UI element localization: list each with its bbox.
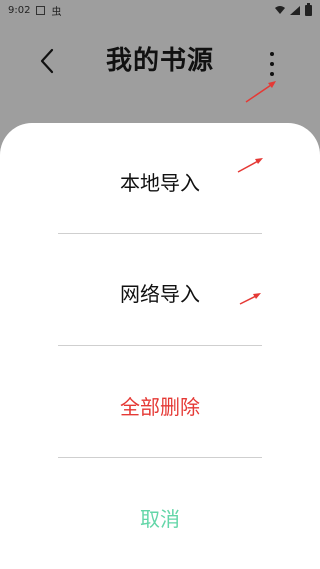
more-dot-icon — [270, 72, 274, 76]
divider — [58, 457, 262, 458]
local-import-option[interactable]: 本地导入 — [0, 167, 320, 196]
delete-all-option[interactable]: 全部删除 — [0, 391, 320, 420]
network-import-option[interactable]: 网络导入 — [0, 278, 320, 307]
annotation-arrow-icon — [237, 158, 263, 173]
battery-icon — [305, 2, 312, 16]
status-time: 9:02 — [8, 4, 31, 16]
app-notification-icon: 虫 — [51, 6, 62, 18]
divider — [58, 233, 262, 234]
notification-icon — [36, 5, 46, 15]
more-dot-icon — [270, 52, 274, 56]
divider — [58, 345, 262, 346]
annotation-arrow-icon — [239, 293, 261, 305]
cancel-option[interactable]: 取消 — [0, 503, 320, 532]
status-left: 9:02 虫 — [8, 3, 61, 18]
wifi-icon — [275, 6, 285, 14]
status-right — [275, 2, 312, 16]
signal-icon — [290, 5, 300, 15]
status-bar: 9:02 虫 — [0, 0, 320, 20]
annotation-arrow-icon — [245, 81, 276, 103]
action-sheet: 本地导入 网络导入 全部删除 取消 — [0, 123, 320, 569]
more-dot-icon — [270, 62, 274, 66]
